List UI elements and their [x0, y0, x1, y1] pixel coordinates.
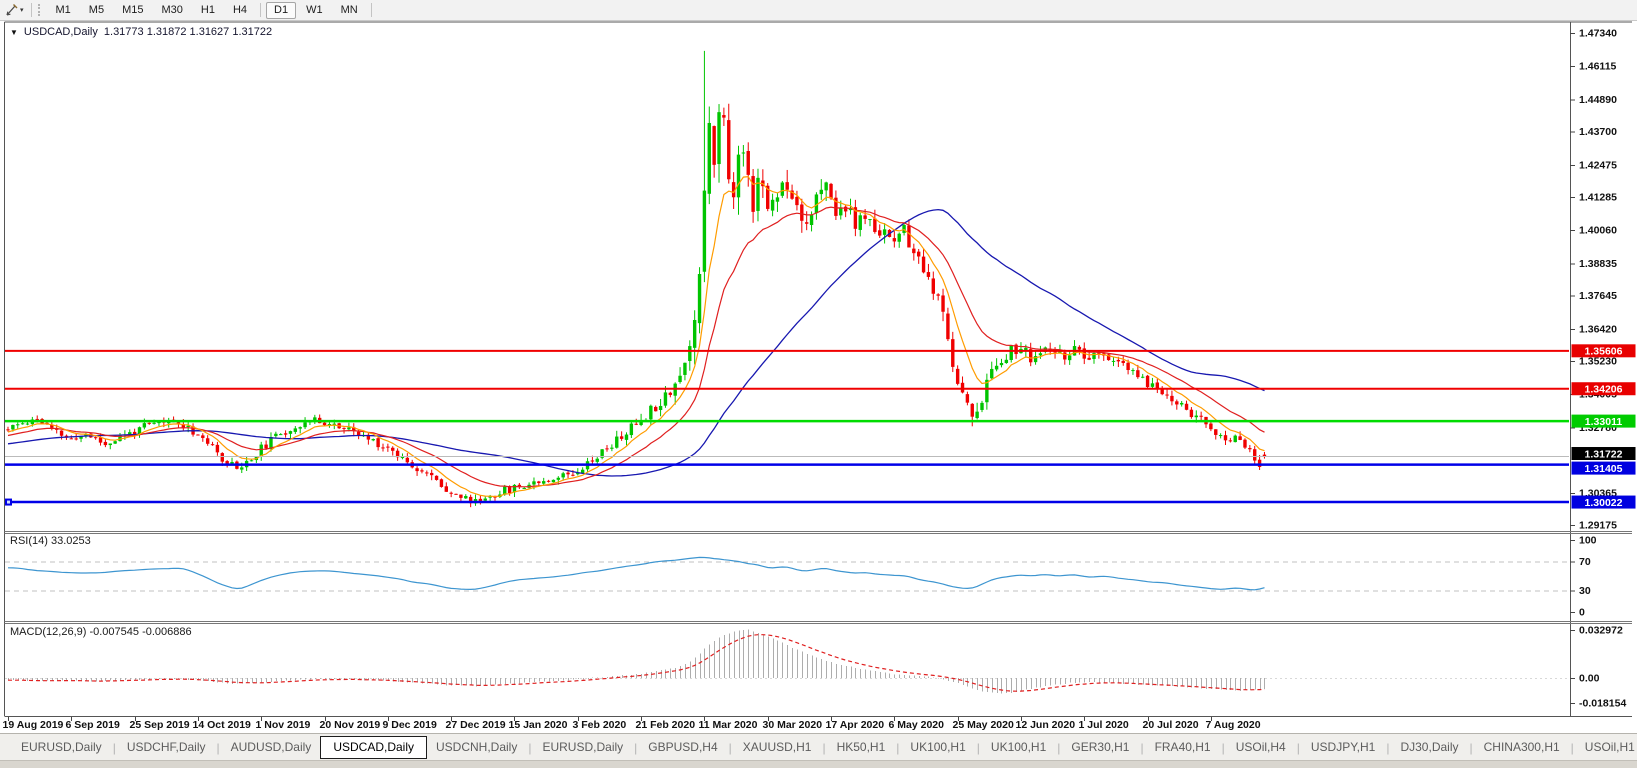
- chart-ohlc-values: 1.31773 1.31872 1.31627 1.31722: [104, 26, 272, 38]
- date-axis-label: 25 May 2020: [953, 719, 1014, 731]
- date-axis-label: 3 Feb 2020: [573, 719, 627, 731]
- tab-gbpusd-h4[interactable]: GBPUSD,H4: [639, 737, 726, 758]
- date-axis-label: 21 Feb 2020: [636, 719, 696, 731]
- tab-usdcnh-daily[interactable]: USDCNH,Daily: [427, 737, 526, 758]
- tab-separator: |: [822, 741, 825, 755]
- price-badge-label: 1.30022: [1585, 497, 1623, 509]
- date-axis-label: 17 Apr 2020: [826, 719, 885, 731]
- rsi-panel: [5, 562, 1569, 591]
- rsi-axis-label: 70: [1579, 556, 1591, 568]
- price-badge-label: 1.33011: [1585, 416, 1623, 428]
- tab-dj30-daily[interactable]: DJ30,Daily: [1391, 737, 1467, 758]
- ma-slow-line: [8, 210, 1265, 476]
- tab-china300-h1[interactable]: CHINA300,H1: [1475, 737, 1569, 758]
- tab-separator: |: [1571, 741, 1574, 755]
- price-axis-label: 1.42475: [1579, 159, 1617, 171]
- tab-uk100-h1[interactable]: UK100,H1: [982, 737, 1055, 758]
- tab-separator: |: [217, 741, 220, 755]
- tab-separator: |: [729, 741, 732, 755]
- symbol-dropdown-caret-icon[interactable]: ▼: [10, 28, 18, 37]
- tab-separator: |: [1470, 741, 1473, 755]
- tab-audusd-daily[interactable]: AUDUSD,Daily: [222, 737, 321, 758]
- tab-usdcad-daily[interactable]: USDCAD,Daily: [320, 736, 427, 759]
- tab-usoil-h1[interactable]: USOil,H1: [1576, 737, 1637, 758]
- tab-fra40-h1[interactable]: FRA40,H1: [1146, 737, 1220, 758]
- tab-separator: |: [1386, 741, 1389, 755]
- chart-symbol-period: USDCAD,Daily: [24, 26, 98, 38]
- date-axis-label: 30 Mar 2020: [763, 719, 823, 731]
- tab-eurusd-daily[interactable]: EURUSD,Daily: [12, 737, 111, 758]
- tab-separator: |: [1222, 741, 1225, 755]
- tab-ger30-h1[interactable]: GER30,H1: [1062, 737, 1138, 758]
- date-axis-label: 9 Dec 2019: [383, 719, 437, 731]
- price-axis-label: 1.44890: [1579, 94, 1617, 106]
- date-axis-label: 19 Aug 2019: [3, 719, 64, 731]
- price-axis-label: 1.46115: [1579, 61, 1617, 73]
- macd-axis-label: 0.032972: [1579, 625, 1623, 637]
- tab-separator: |: [1140, 741, 1143, 755]
- price-axis-label: 1.36420: [1579, 323, 1617, 335]
- macd-axis-label: -0.018154: [1579, 698, 1626, 710]
- tab-usdchf-daily[interactable]: USDCHF,Daily: [118, 737, 215, 758]
- tab-usdjpy-h1[interactable]: USDJPY,H1: [1302, 737, 1384, 758]
- chart-title: ▼ USDCAD,Daily 1.31773 1.31872 1.31627 1…: [10, 26, 272, 38]
- rsi-axis-label: 100: [1579, 535, 1597, 547]
- date-axis-label: 6 Sep 2019: [66, 719, 120, 731]
- time-axis: 19 Aug 20196 Sep 2019 25 Sep 201914 Oct 2…: [3, 717, 1261, 731]
- rsi-axis-label: 30: [1579, 585, 1591, 597]
- date-axis-label: 1 Jul 2020: [1079, 719, 1129, 731]
- tab-separator: |: [113, 741, 116, 755]
- tab-separator: |: [977, 741, 980, 755]
- price-axis-label: 1.47340: [1579, 28, 1617, 40]
- tab-separator: |: [896, 741, 899, 755]
- date-axis-label: 20 Nov 2019: [320, 719, 381, 731]
- price-badge-label: 1.31722: [1585, 448, 1623, 460]
- symbol-tabs: EURUSD,Daily|USDCHF,Daily|AUDUSD,DailyUS…: [0, 736, 1637, 759]
- date-axis-label: 25 Sep 2019: [130, 719, 190, 731]
- tab-xauusd-h1[interactable]: XAUUSD,H1: [734, 737, 821, 758]
- price-axis-label: 1.40060: [1579, 225, 1617, 237]
- price-axis-label: 1.43700: [1579, 126, 1617, 138]
- price-axis-label: 1.37645: [1579, 290, 1617, 302]
- rsi-axis-label: 0: [1579, 607, 1585, 619]
- tab-uk100-h1[interactable]: UK100,H1: [901, 737, 974, 758]
- tab-separator: |: [1057, 741, 1060, 755]
- symbol-tab-bar: EURUSD,Daily|USDCHF,Daily|AUDUSD,DailyUS…: [0, 733, 1637, 761]
- panel-frame: [5, 22, 1633, 717]
- date-axis-label: 15 Jan 2020: [509, 719, 568, 731]
- macd-signal-line: [8, 635, 1265, 692]
- price-badge-label: 1.31405: [1585, 463, 1623, 475]
- price-axis-label: 1.41285: [1579, 191, 1617, 203]
- rsi-label: RSI(14) 33.0253: [10, 535, 91, 547]
- price-badge-label: 1.34206: [1585, 384, 1623, 396]
- tab-eurusd-daily[interactable]: EURUSD,Daily: [533, 737, 632, 758]
- date-axis-label: 27 Dec 2019: [446, 719, 506, 731]
- candles-layer: [6, 51, 1266, 507]
- macd-panel: [5, 630, 1569, 694]
- tab-hk50-h1[interactable]: HK50,H1: [828, 737, 895, 758]
- tab-usoil-h4[interactable]: USOil,H4: [1227, 737, 1295, 758]
- date-axis-label: 1 Nov 2019: [256, 719, 311, 731]
- date-axis-label: 20 Jul 2020: [1143, 719, 1199, 731]
- date-axis-label: 11 Mar 2020: [699, 719, 758, 731]
- hline-1.30022[interactable]: [5, 499, 1569, 506]
- chart-canvas[interactable]: 1.47340 1.46115 1.44890 1.43700 1.42475 1.412…: [0, 0, 1637, 733]
- tab-separator: |: [528, 741, 531, 755]
- price-badge-label: 1.35606: [1585, 346, 1623, 358]
- ma-fast-line: [8, 177, 1265, 497]
- date-axis-label: 14 Oct 2019: [193, 719, 252, 731]
- date-axis-label: 12 Jun 2020: [1016, 719, 1076, 731]
- macd-label: MACD(12,26,9) -0.007545 -0.006886: [10, 626, 192, 638]
- date-axis-label: 6 May 2020: [889, 719, 945, 731]
- macd-axis-label: 0.00: [1579, 673, 1600, 685]
- tab-separator: |: [634, 741, 637, 755]
- price-axis: 1.47340 1.46115 1.44890 1.43700 1.42475 1.412…: [1570, 28, 1626, 710]
- price-axis-label: 1.29175: [1579, 519, 1617, 531]
- date-axis-label: 7 Aug 2020: [1206, 719, 1261, 731]
- tab-separator: |: [1297, 741, 1300, 755]
- price-axis-label: 1.38835: [1579, 258, 1617, 270]
- price-badges: 1.35606 1.34206 1.33011 1.31722 1.31405 1.300…: [1572, 344, 1636, 509]
